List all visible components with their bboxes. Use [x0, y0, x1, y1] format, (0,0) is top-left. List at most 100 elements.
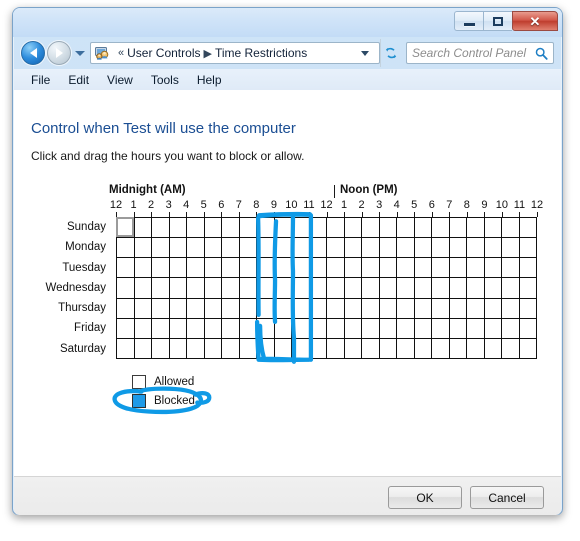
- ok-button[interactable]: OK: [388, 486, 462, 509]
- schedule-cell[interactable]: [238, 317, 257, 339]
- schedule-cell[interactable]: [273, 216, 292, 239]
- schedule-cell[interactable]: [256, 257, 275, 279]
- schedule-cell[interactable]: [378, 237, 397, 259]
- schedule-cell[interactable]: [343, 216, 362, 239]
- close-button[interactable]: ✕: [512, 11, 558, 31]
- menu-item-tools[interactable]: Tools: [142, 71, 188, 89]
- schedule-cell[interactable]: [256, 337, 275, 360]
- schedule-cell[interactable]: [151, 216, 170, 239]
- schedule-cell[interactable]: [361, 277, 380, 299]
- schedule-cell[interactable]: [396, 216, 415, 239]
- schedule-cell[interactable]: [483, 337, 502, 360]
- schedule-cell[interactable]: [501, 337, 520, 360]
- breadcrumb-chevron-right-icon[interactable]: ▶: [203, 47, 211, 60]
- schedule-cell[interactable]: [466, 216, 485, 239]
- schedule-cell[interactable]: [151, 277, 170, 299]
- schedule-cell[interactable]: [518, 216, 537, 239]
- schedule-cell[interactable]: [273, 277, 292, 299]
- schedule-cell[interactable]: [238, 257, 257, 279]
- schedule-cell[interactable]: [413, 237, 432, 259]
- schedule-cell[interactable]: [396, 237, 415, 259]
- schedule-cell[interactable]: [343, 257, 362, 279]
- schedule-cell[interactable]: [273, 337, 292, 360]
- schedule-cell[interactable]: [186, 277, 205, 299]
- schedule-cell[interactable]: [378, 277, 397, 299]
- schedule-cell[interactable]: [221, 297, 240, 319]
- schedule-cell[interactable]: [361, 337, 380, 360]
- schedule-cell[interactable]: [273, 237, 292, 259]
- schedule-cell[interactable]: [326, 277, 345, 299]
- menu-item-file[interactable]: File: [22, 71, 59, 89]
- schedule-cell[interactable]: [483, 237, 502, 259]
- schedule-cell[interactable]: [448, 237, 467, 259]
- schedule-cells[interactable]: [116, 216, 537, 360]
- schedule-cell[interactable]: [168, 216, 187, 239]
- schedule-cell[interactable]: [168, 337, 187, 360]
- schedule-cell[interactable]: [308, 337, 327, 360]
- schedule-cell[interactable]: [203, 337, 222, 360]
- schedule-cell[interactable]: [466, 337, 485, 360]
- schedule-cell[interactable]: [396, 337, 415, 360]
- schedule-cell[interactable]: [326, 317, 345, 339]
- schedule-cell[interactable]: [186, 257, 205, 279]
- schedule-cell[interactable]: [238, 337, 257, 360]
- schedule-cell[interactable]: [483, 257, 502, 279]
- schedule-cell[interactable]: [221, 277, 240, 299]
- menu-item-edit[interactable]: Edit: [59, 71, 98, 89]
- back-button[interactable]: [21, 41, 45, 65]
- schedule-cell[interactable]: [151, 297, 170, 319]
- schedule-cell[interactable]: [501, 257, 520, 279]
- schedule-cell[interactable]: [483, 297, 502, 319]
- schedule-cell[interactable]: [431, 216, 450, 239]
- schedule-cell[interactable]: [501, 277, 520, 299]
- schedule-cell[interactable]: [116, 337, 135, 360]
- schedule-cell[interactable]: [203, 257, 222, 279]
- forward-button[interactable]: [47, 41, 71, 65]
- schedule-cell[interactable]: [361, 297, 380, 319]
- schedule-cell[interactable]: [291, 237, 310, 259]
- schedule-cell[interactable]: [431, 297, 450, 319]
- schedule-cell[interactable]: [466, 277, 485, 299]
- schedule-cell[interactable]: [413, 216, 432, 239]
- schedule-cell[interactable]: [291, 216, 310, 239]
- schedule-cell[interactable]: [151, 257, 170, 279]
- schedule-cell[interactable]: [151, 337, 170, 360]
- schedule-cell[interactable]: [308, 317, 327, 339]
- schedule-cell[interactable]: [326, 216, 345, 239]
- schedule-cell[interactable]: [501, 297, 520, 319]
- schedule-cell[interactable]: [133, 277, 152, 299]
- schedule-cell[interactable]: [186, 216, 205, 239]
- schedule-cell[interactable]: [308, 216, 327, 239]
- schedule-row[interactable]: [116, 297, 537, 319]
- schedule-cell[interactable]: [518, 297, 537, 319]
- schedule-cell[interactable]: [448, 257, 467, 279]
- schedule-cell[interactable]: [256, 216, 275, 239]
- schedule-cell[interactable]: [203, 277, 222, 299]
- schedule-cell[interactable]: [343, 337, 362, 360]
- breadcrumb-item-time-restrictions[interactable]: Time Restrictions: [215, 46, 307, 60]
- breadcrumb-item-user-controls[interactable]: User Controls: [127, 46, 200, 60]
- schedule-cell[interactable]: [396, 297, 415, 319]
- schedule-cell[interactable]: [378, 317, 397, 339]
- schedule-cell[interactable]: [133, 257, 152, 279]
- schedule-cell[interactable]: [116, 317, 135, 339]
- schedule-cell[interactable]: [221, 317, 240, 339]
- schedule-cell[interactable]: [343, 237, 362, 259]
- schedule-cell[interactable]: [448, 317, 467, 339]
- schedule-cell[interactable]: [326, 337, 345, 360]
- schedule-cell[interactable]: [116, 297, 135, 319]
- schedule-cell[interactable]: [151, 317, 170, 339]
- schedule-cell[interactable]: [168, 317, 187, 339]
- schedule-cell[interactable]: [151, 237, 170, 259]
- schedule-cell[interactable]: [168, 237, 187, 259]
- schedule-cell[interactable]: [186, 297, 205, 319]
- schedule-cell[interactable]: [378, 216, 397, 239]
- schedule-cell[interactable]: [361, 237, 380, 259]
- schedule-row[interactable]: [116, 237, 537, 259]
- schedule-cell[interactable]: [291, 337, 310, 360]
- schedule-cell[interactable]: [256, 237, 275, 259]
- schedule-cell[interactable]: [186, 237, 205, 259]
- schedule-cell[interactable]: [413, 317, 432, 339]
- schedule-cell[interactable]: [291, 257, 310, 279]
- cancel-button[interactable]: Cancel: [470, 486, 544, 509]
